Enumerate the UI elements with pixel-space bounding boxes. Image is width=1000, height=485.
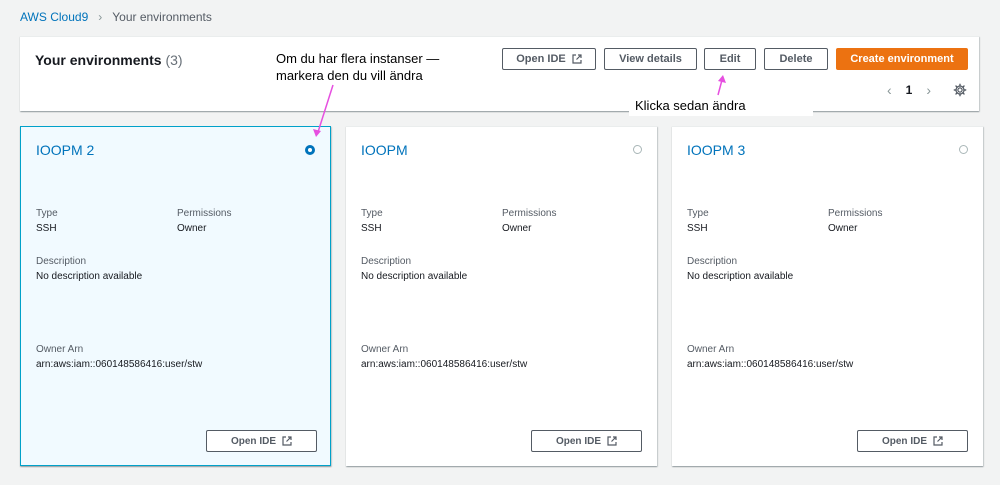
- permissions-label: Permissions: [502, 208, 557, 219]
- description-value: No description available: [687, 271, 794, 282]
- environment-card-ioopm-3[interactable]: IOOPM 3 Type SSH Permissions Owner Descr…: [672, 126, 983, 466]
- gear-icon[interactable]: [953, 83, 967, 97]
- edit-button-label: Edit: [719, 53, 741, 65]
- permissions-value: Owner: [502, 223, 532, 234]
- card-open-ide-label: Open IDE: [230, 435, 276, 447]
- chevron-left-icon[interactable]: ‹: [887, 82, 892, 98]
- environments-header-panel: Your environments (3) Open IDE View deta…: [20, 36, 979, 111]
- card-open-ide-label: Open IDE: [881, 435, 927, 447]
- owner-arn-label: Owner Arn: [36, 344, 84, 355]
- view-details-button-label: View details: [619, 53, 682, 65]
- environment-count: (3): [165, 52, 183, 68]
- external-link-icon: [933, 436, 943, 446]
- delete-button[interactable]: Delete: [764, 48, 828, 70]
- type-label: Type: [36, 208, 58, 219]
- environment-name-link[interactable]: IOOPM 2: [36, 142, 94, 158]
- environment-name-link[interactable]: IOOPM 3: [687, 142, 745, 158]
- external-link-icon: [572, 54, 582, 64]
- owner-arn-value: arn:aws:iam::060148586416:user/stw: [687, 359, 854, 370]
- card-open-ide-button[interactable]: Open IDE: [206, 430, 317, 452]
- card-open-ide-button[interactable]: Open IDE: [857, 430, 968, 452]
- owner-arn-value: arn:aws:iam::060148586416:user/stw: [361, 359, 528, 370]
- description-value: No description available: [36, 271, 143, 282]
- chevron-right-icon: ›: [98, 10, 103, 24]
- annotation-edit-text: Klicka sedan ändra: [635, 98, 746, 113]
- environment-card-ioopm-2[interactable]: IOOPM 2 Type SSH Permissions Owner Descr…: [20, 126, 331, 466]
- page-title-text: Your environments: [35, 52, 162, 68]
- environment-card-ioopm[interactable]: IOOPM Type SSH Permissions Owner Descrip…: [346, 126, 657, 466]
- permissions-label: Permissions: [828, 208, 883, 219]
- permissions-value: Owner: [177, 223, 207, 234]
- open-ide-button[interactable]: Open IDE: [502, 48, 596, 70]
- description-value: No description available: [361, 271, 468, 282]
- page-title: Your environments (3): [35, 52, 183, 68]
- owner-arn-label: Owner Arn: [687, 344, 735, 355]
- view-details-button[interactable]: View details: [604, 48, 697, 70]
- open-ide-button-label: Open IDE: [516, 53, 566, 65]
- breadcrumb-current: Your environments: [112, 10, 212, 24]
- annotation-select-line2: markera den du vill ändra: [276, 68, 423, 83]
- breadcrumb-root-link[interactable]: AWS Cloud9: [20, 10, 88, 24]
- delete-button-label: Delete: [779, 53, 813, 65]
- chevron-right-icon[interactable]: ›: [926, 82, 931, 98]
- pagination: ‹ 1 ›: [887, 82, 967, 98]
- annotation-select-line1: Om du har flera instanser —: [276, 51, 440, 66]
- annotation-edit-note: Klicka sedan ändra: [629, 95, 813, 116]
- radio-icon[interactable]: [305, 145, 315, 155]
- page-number[interactable]: 1: [906, 83, 913, 97]
- card-open-ide-label: Open IDE: [555, 435, 601, 447]
- permissions-label: Permissions: [177, 208, 232, 219]
- environment-name-link[interactable]: IOOPM: [361, 142, 408, 158]
- type-label: Type: [687, 208, 709, 219]
- radio-icon[interactable]: [633, 145, 642, 154]
- edit-button[interactable]: Edit: [704, 48, 756, 70]
- create-environment-button[interactable]: Create environment: [836, 48, 968, 70]
- description-label: Description: [687, 256, 738, 267]
- breadcrumb: AWS Cloud9 › Your environments: [20, 10, 212, 24]
- external-link-icon: [607, 436, 617, 446]
- annotation-select-note: Om du har flera instanser — markera den …: [270, 48, 458, 86]
- type-value: SSH: [687, 223, 708, 234]
- card-open-ide-button[interactable]: Open IDE: [531, 430, 642, 452]
- type-value: SSH: [36, 223, 57, 234]
- radio-icon[interactable]: [959, 145, 968, 154]
- description-label: Description: [361, 256, 412, 267]
- description-label: Description: [36, 256, 87, 267]
- owner-arn-value: arn:aws:iam::060148586416:user/stw: [36, 359, 203, 370]
- external-link-icon: [282, 436, 292, 446]
- owner-arn-label: Owner Arn: [361, 344, 409, 355]
- permissions-value: Owner: [828, 223, 858, 234]
- type-value: SSH: [361, 223, 382, 234]
- type-label: Type: [361, 208, 383, 219]
- create-environment-button-label: Create environment: [850, 53, 954, 65]
